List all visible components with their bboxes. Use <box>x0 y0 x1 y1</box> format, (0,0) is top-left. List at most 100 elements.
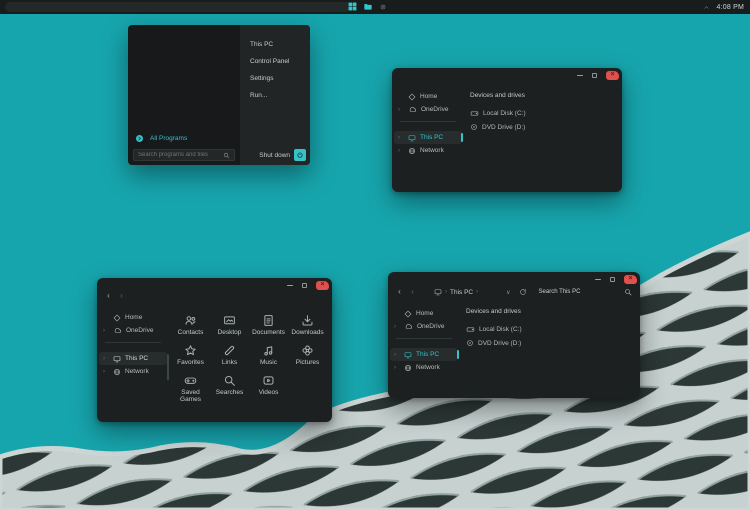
chevron-up-icon <box>704 5 709 9</box>
sidebar-item-network[interactable]: › Network <box>99 365 167 378</box>
contacts-icon <box>185 316 196 325</box>
start-menu-item-control-panel[interactable]: Control Panel <box>240 53 310 70</box>
back-button[interactable]: ‹ <box>103 291 114 301</box>
folder-contacts[interactable]: Contacts <box>171 314 210 344</box>
titlebar[interactable]: × <box>392 68 622 81</box>
start-menu-item-settings[interactable]: Settings <box>240 70 310 87</box>
shutdown-label[interactable]: Shut down <box>259 152 290 159</box>
chevron-right-icon: › <box>103 355 105 362</box>
folder-grid: Contacts Desktop Documents Downloads Fav… <box>171 314 327 404</box>
forward-button[interactable]: › <box>407 287 418 297</box>
star-icon <box>185 345 196 356</box>
globe-icon <box>113 368 121 375</box>
sidebar-item-onedrive[interactable]: › OneDrive <box>390 320 458 333</box>
refresh-icon <box>519 289 526 295</box>
maximize-button[interactable] <box>610 276 615 282</box>
drive-dvd[interactable]: DVD Drive (D:) <box>470 120 622 134</box>
sidebar-separator <box>105 342 161 343</box>
windows-logo-icon <box>348 2 357 11</box>
download-icon <box>302 315 313 326</box>
folder-music[interactable]: Music <box>249 344 288 374</box>
folder-desktop[interactable]: Desktop <box>210 314 249 344</box>
forward-button[interactable]: › <box>116 291 127 301</box>
minimize-button[interactable] <box>595 278 601 280</box>
folder-links[interactable]: Links <box>210 344 249 374</box>
sidebar-item-network[interactable]: › Network <box>394 144 462 157</box>
all-programs-label: All Programs <box>150 135 188 142</box>
refresh-button[interactable] <box>519 288 527 296</box>
search-box[interactable]: Search This PC <box>539 289 581 295</box>
search-button[interactable] <box>624 288 632 296</box>
breadcrumb-separator-icon: › <box>445 289 447 295</box>
start-button[interactable] <box>348 0 357 16</box>
back-button[interactable]: ‹ <box>394 287 405 297</box>
folder-favorites[interactable]: Favorites <box>171 344 210 374</box>
folder-pictures[interactable]: Pictures <box>288 344 327 374</box>
video-icon <box>263 376 274 385</box>
close-button[interactable]: × <box>606 70 619 80</box>
power-button[interactable] <box>294 149 306 161</box>
folder-downloads[interactable]: Downloads <box>288 314 327 344</box>
sidebar-item-this-pc[interactable]: › This PC <box>390 348 459 361</box>
titlebar[interactable]: × <box>388 272 640 284</box>
chevron-right-icon: › <box>398 106 400 113</box>
breadcrumb-this-pc[interactable]: This PC <box>450 289 473 296</box>
chevron-right-icon: › <box>394 364 396 371</box>
home-icon <box>113 314 121 321</box>
sidebar-item-home[interactable]: Home <box>99 311 167 324</box>
section-devices-and-drives: Devices and drives <box>466 308 521 315</box>
sidebar-item-home[interactable]: Home <box>390 307 458 320</box>
folder-icon <box>364 3 372 10</box>
drive-dvd[interactable]: DVD Drive (D:) <box>466 336 640 350</box>
sidebar-item-this-pc[interactable]: › This PC <box>394 131 463 144</box>
maximize-button[interactable] <box>302 282 307 288</box>
sidebar-item-onedrive[interactable]: › OneDrive <box>99 324 167 337</box>
sidebar-item-network[interactable]: › Network <box>390 361 458 374</box>
sidebar-scrollbar[interactable] <box>167 354 169 380</box>
breadcrumb-separator-icon: › <box>476 289 479 295</box>
minimize-button[interactable] <box>577 74 583 76</box>
monitor-icon <box>408 134 416 141</box>
folder-searches[interactable]: Searches <box>210 374 249 404</box>
section-devices-and-drives: Devices and drives <box>470 92 525 99</box>
flower-icon <box>302 345 313 356</box>
all-programs-button[interactable]: All Programs <box>135 134 187 143</box>
music-note-icon <box>264 346 273 356</box>
settings-taskbar-button[interactable] <box>379 3 387 11</box>
drive-local-disk[interactable]: Local Disk (C:) <box>466 322 640 336</box>
tray-expand-button[interactable] <box>703 4 710 11</box>
titlebar[interactable]: × <box>97 278 332 290</box>
start-menu-item-this-pc[interactable]: This PC <box>240 36 310 53</box>
maximize-button[interactable] <box>592 72 597 78</box>
hard-drive-icon <box>466 326 475 332</box>
cloud-icon <box>405 323 412 329</box>
power-icon <box>297 152 303 158</box>
address-bar[interactable]: › This PC › <box>434 288 478 296</box>
globe-icon <box>408 147 416 154</box>
folder-saved-games[interactable]: Saved Games <box>171 374 210 404</box>
address-dropdown-icon[interactable]: ∨ <box>506 289 510 296</box>
clock[interactable]: 4:08 PM <box>717 4 744 11</box>
search-icon <box>224 152 230 158</box>
sidebar-item-home[interactable]: Home <box>394 90 462 103</box>
drive-local-disk[interactable]: Local Disk (C:) <box>470 106 622 120</box>
explorer-window-bottom-right: × ‹ › › This PC › ∨ Search This PC Home … <box>388 272 640 398</box>
start-search-input[interactable] <box>138 152 223 158</box>
sidebar-separator <box>396 338 452 339</box>
close-button[interactable]: × <box>316 280 329 290</box>
chevron-right-icon: › <box>103 327 105 334</box>
start-search-box[interactable] <box>133 149 235 161</box>
minimize-button[interactable] <box>287 284 293 286</box>
folder-documents[interactable]: Documents <box>249 314 288 344</box>
start-menu-item-run[interactable]: Run... <box>240 87 310 104</box>
sidebar-item-onedrive[interactable]: › OneDrive <box>394 103 462 116</box>
monitor-icon <box>434 289 442 296</box>
folder-videos[interactable]: Videos <box>249 374 288 404</box>
file-explorer-taskbar-button[interactable] <box>363 0 373 16</box>
close-button[interactable]: × <box>624 274 637 284</box>
gear-icon <box>380 4 386 10</box>
sidebar-item-this-pc[interactable]: › This PC <box>99 352 167 365</box>
home-icon <box>408 93 416 100</box>
taskbar-search-pill[interactable] <box>5 2 351 12</box>
gamepad-icon <box>184 377 197 384</box>
